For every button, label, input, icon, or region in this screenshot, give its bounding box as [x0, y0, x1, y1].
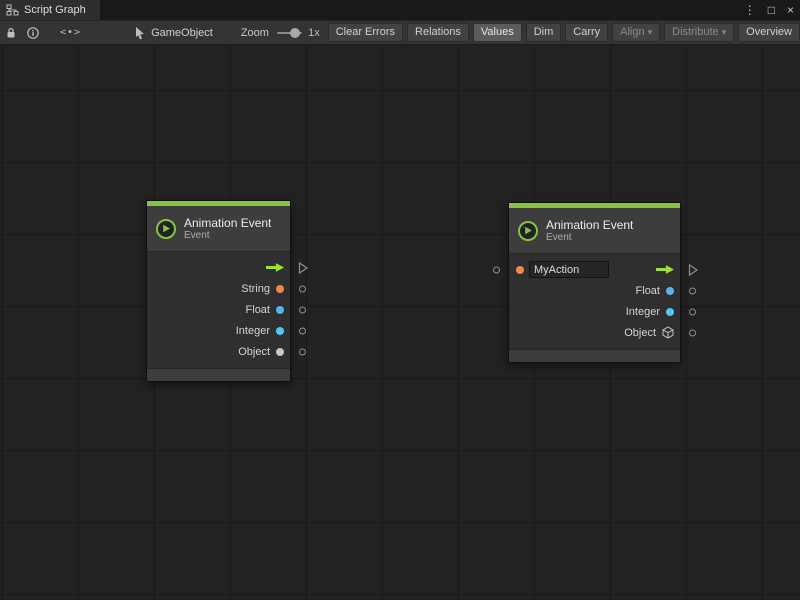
chevron-down-icon: ▾	[722, 27, 727, 37]
animation-event-node-1[interactable]: Animation Event Event String Float	[146, 200, 291, 382]
control-output-row	[147, 257, 290, 278]
window-controls: ⋮ □ ×	[744, 0, 794, 20]
close-icon[interactable]: ×	[787, 3, 794, 17]
overview-button[interactable]: Overview	[738, 23, 800, 42]
carry-button[interactable]: Carry	[565, 23, 608, 42]
port-label: String	[241, 283, 270, 295]
distribute-dropdown[interactable]: Distribute▾	[664, 23, 734, 42]
port-row-integer: Integer	[509, 301, 680, 322]
float-type-dot	[666, 287, 674, 295]
event-play-icon	[518, 221, 538, 241]
animation-event-node-2[interactable]: Animation Event Event Float	[508, 202, 681, 363]
action-name-input[interactable]	[529, 261, 609, 278]
port-label: Float	[246, 304, 270, 316]
more-menu-icon[interactable]: ⋮	[744, 3, 756, 17]
graph-toolbar: <∙> GameObject Zoom 1x Clear Errors Rela…	[0, 20, 800, 45]
node-body: String Float Integer Object	[147, 251, 290, 368]
flow-arrow-icon	[656, 264, 674, 275]
node-body: Float Integer Object	[509, 253, 680, 349]
port-row-object: Object	[509, 322, 680, 343]
port-label: Integer	[626, 306, 660, 318]
float-output-port[interactable]	[689, 287, 696, 294]
port-row-string: String	[147, 278, 290, 299]
values-button[interactable]: Values	[473, 23, 522, 42]
string-output-port[interactable]	[299, 285, 306, 292]
port-row-object: Object	[147, 341, 290, 362]
object-type-dot	[276, 348, 284, 356]
integer-type-dot	[666, 308, 674, 316]
node-header[interactable]: Animation Event Event	[509, 208, 680, 253]
code-toggle-icon[interactable]: <∙>	[60, 23, 81, 42]
node-title: Animation Event	[184, 216, 271, 230]
chevron-down-icon: ▾	[648, 27, 653, 37]
node-footer	[509, 349, 680, 362]
graph-canvas[interactable]: Animation Event Event String Float	[0, 45, 800, 600]
node-title: Animation Event	[546, 218, 633, 232]
port-label: Object	[624, 327, 656, 339]
info-icon[interactable]	[26, 23, 40, 42]
name-input-row	[509, 259, 680, 280]
node-footer	[147, 368, 290, 381]
tab-title: Script Graph	[24, 4, 86, 16]
port-row-float: Float	[147, 299, 290, 320]
float-output-port[interactable]	[299, 306, 306, 313]
clear-errors-button[interactable]: Clear Errors	[328, 23, 403, 42]
string-type-dot	[276, 285, 284, 293]
node-subtitle: Event	[184, 230, 271, 242]
control-output-port[interactable]	[688, 263, 699, 276]
node-titles: Animation Event Event	[546, 218, 633, 244]
float-type-dot	[276, 306, 284, 314]
zoom-slider[interactable]	[277, 26, 302, 40]
flow-arrow-icon	[266, 262, 284, 273]
name-input-port[interactable]	[493, 266, 500, 273]
dim-button[interactable]: Dim	[526, 23, 562, 42]
maximize-icon[interactable]: □	[768, 3, 775, 17]
gameobject-label[interactable]: GameObject	[151, 27, 213, 39]
zoom-slider-handle[interactable]	[290, 28, 300, 38]
object-output-port[interactable]	[299, 348, 306, 355]
graph-icon	[6, 4, 19, 16]
integer-output-port[interactable]	[689, 308, 696, 315]
integer-type-dot	[276, 327, 284, 335]
node-header[interactable]: Animation Event Event	[147, 206, 290, 251]
lock-icon[interactable]	[4, 23, 18, 42]
port-label: Object	[238, 346, 270, 358]
node-subtitle: Event	[546, 232, 633, 244]
object-output-port[interactable]	[689, 329, 696, 336]
gameobject-cube-icon	[662, 326, 674, 339]
zoom-value: 1x	[308, 27, 320, 39]
relations-button[interactable]: Relations	[407, 23, 469, 42]
integer-output-port[interactable]	[299, 327, 306, 334]
node-titles: Animation Event Event	[184, 216, 271, 242]
align-dropdown[interactable]: Align▾	[612, 23, 660, 42]
zoom-label: Zoom	[241, 27, 269, 39]
control-output-port[interactable]	[298, 261, 309, 274]
script-graph-window: Script Graph ⋮ □ × <∙>	[0, 0, 800, 600]
port-label: Float	[636, 285, 660, 297]
port-label: Integer	[236, 325, 270, 337]
gameobject-icon	[133, 23, 146, 42]
tab-bar: Script Graph ⋮ □ ×	[0, 0, 800, 20]
port-row-float: Float	[509, 280, 680, 301]
event-play-icon	[156, 219, 176, 239]
tab-script-graph[interactable]: Script Graph	[0, 0, 100, 20]
port-row-integer: Integer	[147, 320, 290, 341]
string-type-dot	[516, 266, 524, 274]
